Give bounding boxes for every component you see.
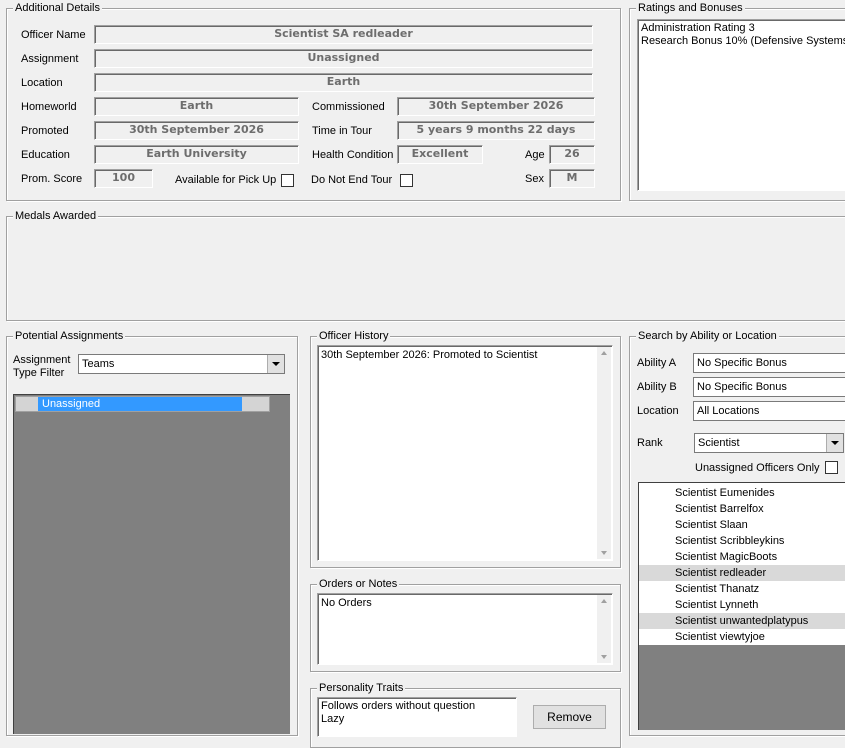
personality-traits-list[interactable]: Follows orders without question Lazy	[317, 697, 517, 737]
officer-list-item-selected[interactable]: Scientist unwantedplatypus	[639, 613, 845, 629]
do-not-end-tour-label: Do Not End Tour	[311, 174, 393, 186]
medals-group: Medals Awarded	[6, 209, 845, 321]
unassigned-only-checkbox[interactable]	[825, 461, 838, 474]
ability-a-select[interactable]: No Specific Bonus	[693, 353, 845, 373]
sex-field: M	[549, 169, 595, 188]
search-location-select[interactable]: All Locations	[693, 401, 845, 421]
rating-line: Administration Rating 3	[641, 22, 755, 34]
officer-list-items: Scientist Eumenides Scientist Barrelfox …	[639, 483, 845, 645]
remove-trait-button[interactable]: Remove	[533, 705, 606, 729]
tree-item-label: Unassigned	[42, 398, 101, 410]
officer-history-textarea[interactable]: 30th September 2026: Promoted to Scienti…	[317, 345, 613, 561]
assignment-type-filter-select[interactable]: Teams	[78, 354, 285, 374]
officer-list-item-selected[interactable]: Scientist redleader	[639, 565, 845, 581]
officer-list-item[interactable]: Scientist Slaan	[639, 517, 845, 533]
officer-list-item[interactable]: Scientist Scribbleykins	[639, 533, 845, 549]
search-title: Search by Ability or Location	[636, 329, 779, 343]
scroll-up-icon[interactable]	[601, 351, 607, 355]
officer-list-item[interactable]: Scientist Eumenides	[639, 485, 845, 501]
search-location-label: Location	[637, 405, 679, 417]
trait-item: Lazy	[321, 713, 345, 725]
time-in-tour-field: 5 years 9 months 22 days	[397, 121, 595, 140]
scroll-down-icon[interactable]	[601, 551, 607, 555]
ability-b-label: Ability B	[637, 381, 677, 393]
officer-name-field: Scientist SA redleader	[94, 25, 593, 44]
orders-notes-textarea[interactable]: No Orders	[317, 593, 613, 665]
personality-traits-title: Personality Traits	[317, 681, 406, 695]
available-pickup-label: Available for Pick Up	[175, 174, 277, 186]
available-pickup-checkbox[interactable]	[281, 174, 294, 187]
ability-b-select[interactable]: No Specific Bonus	[693, 377, 845, 397]
orders-scrollbar[interactable]	[597, 595, 611, 663]
unassigned-only-label: Unassigned Officers Only	[695, 462, 820, 474]
time-in-tour-label: Time in Tour	[312, 125, 372, 137]
officer-list-item[interactable]: Scientist Lynneth	[639, 597, 845, 613]
tree-item-unassigned[interactable]: Unassigned	[38, 397, 242, 411]
sex-label: Sex	[525, 173, 544, 185]
officer-list[interactable]: Scientist Eumenides Scientist Barrelfox …	[638, 482, 845, 730]
chevron-down-icon[interactable]	[826, 434, 843, 452]
rank-label: Rank	[637, 437, 663, 449]
orders-text: No Orders	[321, 597, 372, 609]
officer-history-title: Officer History	[317, 329, 391, 343]
officer-list-item[interactable]: Scientist MagicBoots	[639, 549, 845, 565]
officer-list-item[interactable]: Scientist viewtyjoe	[639, 629, 845, 645]
location-label: Location	[21, 77, 63, 89]
officer-name-label: Officer Name	[21, 29, 86, 41]
history-scrollbar[interactable]	[597, 347, 611, 559]
assignment-type-filter-label-1: Assignment	[13, 354, 71, 366]
homeworld-field: Earth	[94, 97, 299, 116]
assignment-field: Unassigned	[94, 49, 593, 68]
scroll-up-icon[interactable]	[601, 599, 607, 603]
education-label: Education	[21, 149, 70, 161]
location-field: Earth	[94, 73, 593, 92]
health-condition-label: Health Condition	[312, 149, 394, 161]
age-label: Age	[525, 149, 545, 161]
tree-item-row[interactable]: Unassigned	[15, 396, 270, 412]
potential-assignments-title: Potential Assignments	[13, 329, 126, 343]
rank-value: Scientist	[698, 437, 740, 449]
medals-title: Medals Awarded	[13, 209, 99, 223]
rank-select[interactable]: Scientist	[694, 433, 844, 453]
prom-score-label: Prom. Score	[21, 173, 83, 185]
officer-list-item[interactable]: Scientist Barrelfox	[639, 501, 845, 517]
assignment-label: Assignment	[21, 53, 79, 65]
scroll-down-icon[interactable]	[601, 655, 607, 659]
commissioned-label: Commissioned	[312, 101, 385, 113]
education-field: Earth University	[94, 145, 299, 164]
ability-a-value: No Specific Bonus	[697, 357, 787, 369]
ability-b-value: No Specific Bonus	[697, 381, 787, 393]
additional-details-title: Additional Details	[13, 1, 102, 15]
prom-score-field: 100	[94, 169, 153, 188]
commissioned-field: 30th September 2026	[397, 97, 595, 116]
orders-notes-title: Orders or Notes	[317, 577, 400, 591]
chevron-down-icon[interactable]	[267, 355, 284, 373]
search-location-value: All Locations	[697, 405, 760, 417]
health-condition-field: Excellent	[397, 145, 483, 164]
trait-item: Follows orders without question	[321, 700, 476, 712]
history-entry: 30th September 2026: Promoted to Scienti…	[321, 349, 538, 361]
officer-list-item[interactable]: Scientist Thanatz	[639, 581, 845, 597]
ratings-list[interactable]: Administration Rating 3 Research Bonus 1…	[637, 19, 845, 191]
assignment-type-filter-label-2: Type Filter	[13, 367, 65, 379]
homeworld-label: Homeworld	[21, 101, 77, 113]
ability-a-label: Ability A	[637, 357, 677, 369]
assignment-type-filter-value: Teams	[82, 358, 115, 370]
rating-line: Research Bonus 10% (Defensive Systems)	[641, 35, 845, 47]
promoted-label: Promoted	[21, 125, 69, 137]
promoted-field: 30th September 2026	[94, 121, 299, 140]
do-not-end-tour-checkbox[interactable]	[400, 174, 413, 187]
age-field: 26	[549, 145, 595, 164]
ratings-bonuses-title: Ratings and Bonuses	[636, 1, 745, 15]
assignments-tree[interactable]: Unassigned	[13, 394, 290, 734]
